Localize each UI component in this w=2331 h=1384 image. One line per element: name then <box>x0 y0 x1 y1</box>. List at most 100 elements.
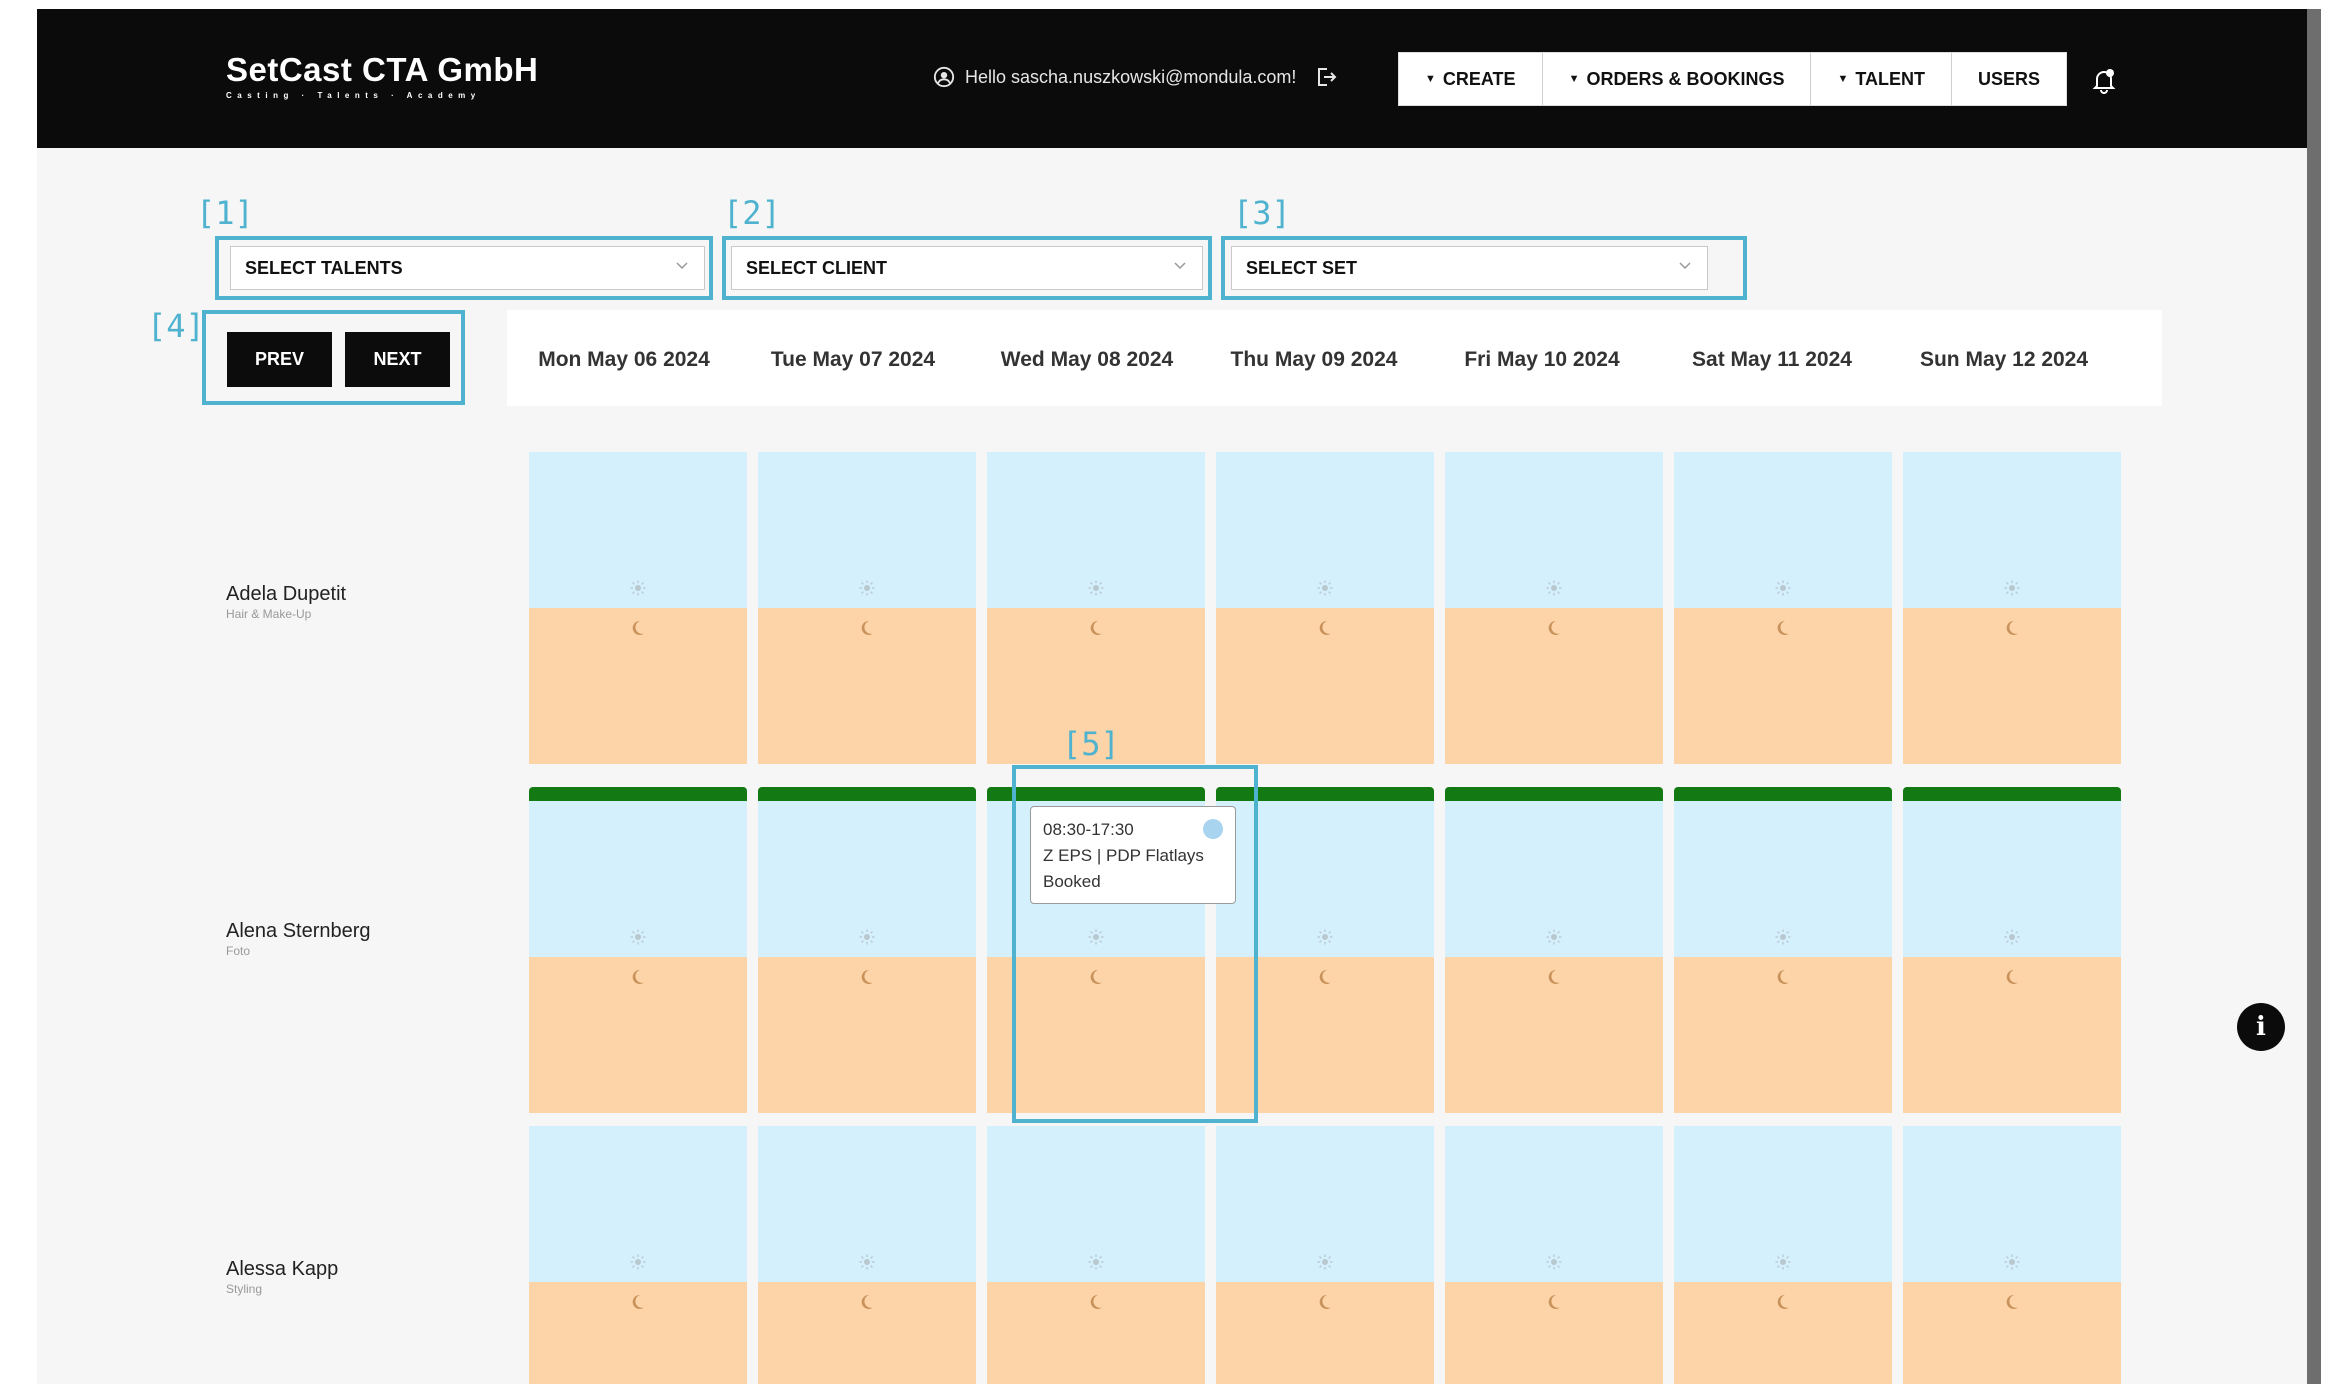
talent-role: Hair & Make-Up <box>226 607 312 621</box>
moon-icon <box>1547 1294 1561 1310</box>
sun-icon <box>630 1254 646 1270</box>
talent-name[interactable]: Alena Sternberg <box>226 920 371 943</box>
sun-icon <box>1088 580 1104 596</box>
sun-icon <box>2004 929 2020 945</box>
select-client-label: SELECT CLIENT <box>746 257 888 278</box>
nav-users-label: USERS <box>1978 68 2041 89</box>
moon-icon <box>631 620 645 636</box>
vertical-scrollbar[interactable] <box>2307 9 2321 1384</box>
moon-icon <box>1547 620 1561 636</box>
caret-down-icon: ▼ <box>1568 73 1580 85</box>
moon-icon <box>631 969 645 985</box>
booking-title: Z EPS | PDP Flatlays <box>1043 846 1204 865</box>
day-header-sun: Sun May 12 2024 <box>1919 348 2089 371</box>
logout-icon[interactable] <box>1314 65 1338 89</box>
notification-bell-icon[interactable] <box>2091 67 2117 95</box>
moon-icon <box>1776 620 1790 636</box>
booked-day-bar <box>1445 787 1663 801</box>
moon-icon <box>860 969 874 985</box>
nav-users[interactable]: USERS <box>1952 53 2066 105</box>
sun-icon <box>2004 1254 2020 1270</box>
next-week-button[interactable]: NEXT <box>345 332 450 387</box>
chevron-down-icon <box>676 262 688 270</box>
day-header-thu: Thu May 09 2024 <box>1230 348 1398 371</box>
sun-icon <box>859 929 875 945</box>
moon-icon <box>1318 620 1332 636</box>
chevron-down-icon <box>1174 262 1186 270</box>
sun-icon <box>630 929 646 945</box>
app-frame: SetCast CTA GmbH Casting · Talents · Aca… <box>37 9 2307 1384</box>
moon-icon <box>631 1294 645 1310</box>
booked-day-bar <box>529 787 747 801</box>
info-button[interactable]: i <box>2237 1003 2285 1051</box>
sun-icon <box>859 1254 875 1270</box>
user-greeting-area: Hello sascha.nuszkowski@mondula.com! <box>933 65 1338 89</box>
moon-icon <box>1318 969 1332 985</box>
booking-card[interactable]: 08:30-17:30 Z EPS | PDP Flatlays Booked <box>1030 806 1236 904</box>
nav-orders-label: ORDERS & BOOKINGS <box>1586 68 1785 89</box>
nav-talent[interactable]: ▼ TALENT <box>1811 53 1953 105</box>
nav-create-label: CREATE <box>1442 68 1516 89</box>
caret-down-icon: ▼ <box>1425 73 1436 85</box>
annotation-label-1: [1] <box>196 194 254 232</box>
nav-orders-bookings[interactable]: ▼ ORDERS & BOOKINGS <box>1543 53 1812 105</box>
chevron-down-icon <box>1679 262 1691 270</box>
sun-icon <box>1317 580 1333 596</box>
moon-icon <box>1776 969 1790 985</box>
moon-icon <box>1318 1294 1332 1310</box>
day-header-wed: Wed May 08 2024 <box>1000 348 1174 371</box>
day-header-sat: Sat May 11 2024 <box>1692 348 1852 371</box>
moon-icon <box>1089 620 1103 636</box>
sun-icon <box>2004 580 2020 596</box>
moon-icon <box>1776 1294 1790 1310</box>
day-header-mon: Mon May 06 2024 <box>538 348 710 371</box>
talent-name[interactable]: Alessa Kapp <box>226 1258 338 1281</box>
sun-icon <box>1317 1254 1333 1270</box>
booked-day-bar <box>1903 787 2121 801</box>
moon-icon <box>860 620 874 636</box>
moon-icon <box>2005 969 2019 985</box>
booking-status-dot <box>1203 819 1223 839</box>
brand-logo[interactable]: SetCast CTA GmbH Casting · Talents · Aca… <box>226 51 538 100</box>
brand-title: SetCast CTA GmbH <box>226 51 539 88</box>
talent-role: Styling <box>226 1282 263 1296</box>
booked-day-bar <box>1674 787 1892 801</box>
select-talents-label: SELECT TALENTS <box>245 257 403 278</box>
annotation-label-2: [2] <box>723 194 781 232</box>
talent-name[interactable]: Adela Dupetit <box>226 583 346 606</box>
sun-icon <box>1546 1254 1562 1270</box>
sun-icon <box>1317 929 1333 945</box>
moon-icon <box>2005 620 2019 636</box>
greeting-text: Hello sascha.nuszkowski@mondula.com! <box>965 66 1297 87</box>
booking-time: 08:30-17:30 <box>1043 820 1134 839</box>
booked-day-bar <box>758 787 976 801</box>
user-circle-icon <box>933 66 955 88</box>
sun-icon <box>859 580 875 596</box>
day-header-fri: Fri May 10 2024 <box>1464 348 1620 371</box>
talent-role: Foto <box>226 944 251 958</box>
moon-icon <box>2005 1294 2019 1310</box>
annotation-label-3: [3] <box>1233 194 1291 232</box>
sun-icon <box>1775 1254 1791 1270</box>
sun-icon <box>1546 580 1562 596</box>
select-client-dropdown[interactable]: SELECT CLIENT <box>731 246 1203 290</box>
top-navigation-bar: SetCast CTA GmbH Casting · Talents · Aca… <box>37 9 2307 148</box>
nav-talent-label: TALENT <box>1855 68 1926 89</box>
main-menu: ▼ CREATE ▼ ORDERS & BOOKINGS ▼ TALENT US… <box>1398 52 2068 106</box>
sun-icon <box>630 580 646 596</box>
sun-icon <box>1775 929 1791 945</box>
moon-icon <box>860 1294 874 1310</box>
moon-icon <box>1547 969 1561 985</box>
select-set-dropdown[interactable]: SELECT SET <box>1231 246 1708 290</box>
booking-status: Booked <box>1043 872 1101 891</box>
caret-down-icon: ▼ <box>1837 73 1849 85</box>
nav-create[interactable]: ▼ CREATE <box>1399 53 1543 105</box>
sun-icon <box>1775 580 1791 596</box>
annotation-label-4: [4] <box>147 307 205 345</box>
select-talents-dropdown[interactable]: SELECT TALENTS <box>230 246 705 290</box>
prev-week-button[interactable]: PREV <box>227 332 332 387</box>
sun-icon <box>1088 1254 1104 1270</box>
annotation-label-5: [5] <box>1062 725 1120 763</box>
day-header-tue: Tue May 07 2024 <box>770 348 936 371</box>
select-set-label: SELECT SET <box>1246 257 1358 278</box>
